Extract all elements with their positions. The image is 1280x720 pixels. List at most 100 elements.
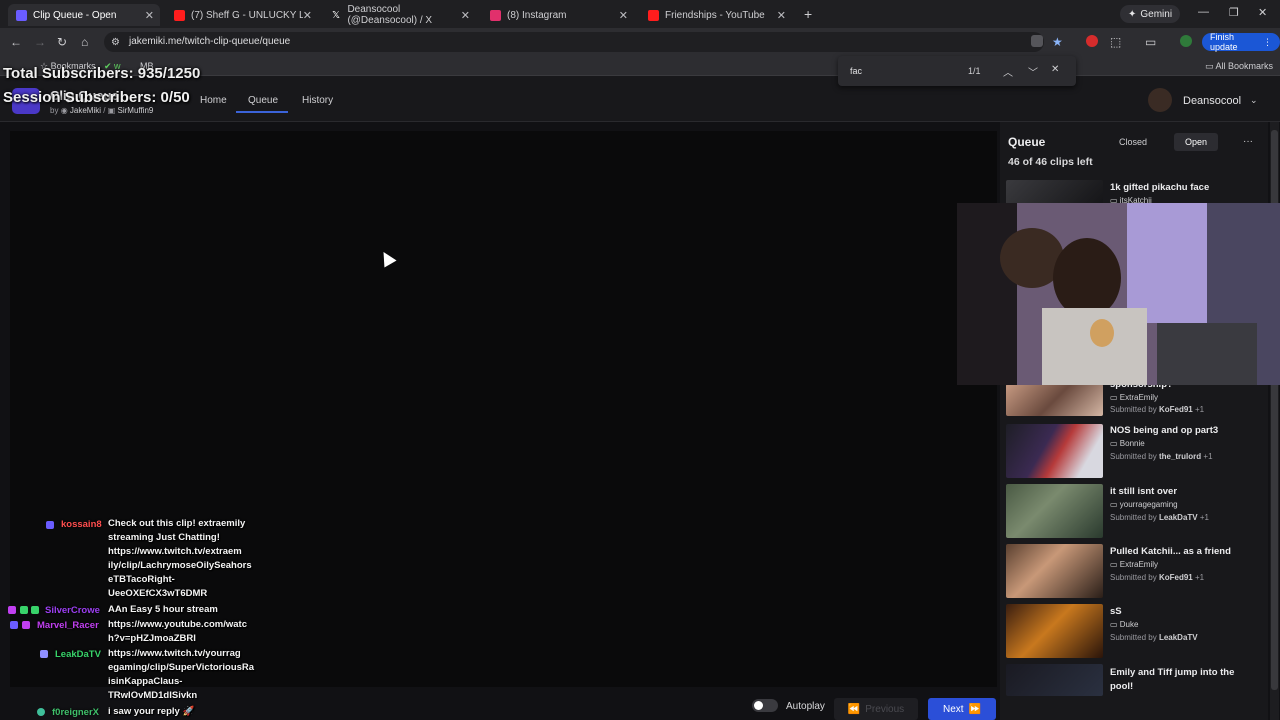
clip-channel: ▭ ExtraEmily [1110, 393, 1159, 402]
gemini-button[interactable]: ✦ Gemini [1120, 5, 1181, 23]
queue-more-icon[interactable]: ··· [1243, 136, 1253, 147]
queue-closed-button[interactable]: Closed [1110, 134, 1156, 150]
clip-submitter: Submitted by KoFed91 +1 [1110, 405, 1204, 414]
close-tab-icon[interactable]: ✕ [303, 9, 312, 22]
tab-search-icon[interactable] [1031, 35, 1043, 47]
tab-x-deansocool[interactable]: 𝕏 Deansocool (@Deansocool) / X ✕ [324, 4, 476, 26]
minimize-icon[interactable]: — [1198, 6, 1209, 18]
nav-history[interactable]: History [302, 95, 333, 106]
clip-submitter: Submitted by LeakDaTV [1110, 633, 1198, 642]
clip-title[interactable]: NOS being and op part3 [1110, 424, 1260, 438]
author-link[interactable]: SirMuffin9 [118, 106, 154, 115]
clip-thumbnail[interactable] [1006, 384, 1103, 416]
autoplay-label: Autoplay [786, 701, 825, 712]
clip-thumbnail[interactable] [1006, 544, 1103, 598]
find-next-icon[interactable]: ﹀ [1028, 64, 1038, 79]
reload-icon[interactable]: ↻ [57, 35, 67, 49]
clip-title[interactable]: it still isnt over [1110, 485, 1260, 499]
sidepanel-icon[interactable]: ▭ [1145, 35, 1156, 49]
previous-button[interactable]: ⏪ Previous [834, 698, 918, 720]
profile-icon[interactable] [1180, 35, 1192, 47]
submitted-by-label: Submitted by [1110, 633, 1157, 642]
submitter-extra: +1 [1194, 405, 1205, 414]
new-tab-button[interactable]: + [804, 6, 812, 22]
chat-badge-icon [31, 606, 39, 614]
tab-clip-queue[interactable]: Clip Queue - Open ✕ [8, 4, 160, 26]
tab-title: (8) Instagram [507, 9, 567, 21]
chat-username: f0reignerX [52, 707, 99, 718]
app-byline: by ◉ JakeMiki / ▣ SirMuffin9 [50, 106, 153, 115]
close-tab-icon[interactable]: ✕ [777, 9, 786, 22]
clip-title[interactable]: Emily and Tiff jump into the pool! [1110, 666, 1260, 694]
submitter-name: LeakDaTV [1158, 513, 1198, 522]
close-window-icon[interactable]: ✕ [1258, 6, 1267, 19]
queue-open-button[interactable]: Open [1174, 133, 1218, 151]
next-label: Next [942, 703, 964, 715]
nav-home[interactable]: Home [200, 95, 227, 106]
kebab-menu-icon: ⋮ [1263, 36, 1272, 47]
submitter-name: KoFed91 [1158, 405, 1193, 414]
youtube-favicon-icon [174, 9, 185, 21]
clip-channel: ▭ yourragegaming [1110, 500, 1178, 509]
chevron-down-icon[interactable]: ⌄ [1250, 95, 1258, 106]
clip-title[interactable]: sS [1110, 605, 1260, 619]
find-input[interactable]: fac [850, 66, 862, 76]
maximize-icon[interactable]: ❐ [1229, 6, 1239, 19]
instagram-favicon-icon [490, 9, 501, 21]
clip-channel: ▭ ExtraEmily [1110, 560, 1159, 569]
clip-thumbnail[interactable] [1006, 424, 1103, 478]
url-text[interactable]: jakemiki.me/twitch-clip-queue/queue [129, 36, 290, 47]
back-icon[interactable]: ← [10, 35, 22, 49]
nav-queue[interactable]: Queue [248, 95, 278, 106]
site-info-icon[interactable]: ⚙ [111, 37, 120, 48]
author-link[interactable]: JakeMiki [70, 106, 101, 115]
total-subscribers-overlay: Total Subscribers: 935/1250 [3, 65, 201, 82]
find-bar [838, 56, 1076, 86]
user-name[interactable]: Deansocool [1183, 95, 1241, 107]
gemini-icon: ✦ [1128, 8, 1137, 20]
find-close-icon[interactable]: ✕ [1051, 64, 1059, 75]
chat-message-line: TRwIOvMD1dISivkn [108, 690, 198, 701]
avatar[interactable] [1148, 88, 1172, 112]
clip-thumbnail[interactable] [1006, 604, 1103, 658]
extension-red-icon[interactable] [1086, 35, 1098, 47]
chat-message-line: ily/clip/LachrymoseOilySeahors [108, 560, 252, 571]
clip-thumbnail[interactable] [1006, 484, 1103, 538]
bookmark-star-icon[interactable]: ★ [1052, 35, 1063, 49]
chat-badge-icon [46, 521, 54, 529]
chat-message-line: https://www.twitch.tv/extraem [108, 546, 242, 557]
queue-count: 46 of 46 clips left [1008, 156, 1093, 168]
close-tab-icon[interactable]: ✕ [145, 9, 154, 22]
chat-username: Marvel_Racer [37, 620, 99, 631]
app-header [0, 76, 1280, 122]
all-bookmarks-label: All Bookmarks [1215, 61, 1274, 71]
tab-title: Deansocool (@Deansocool) / X [347, 4, 433, 26]
find-previous-icon[interactable]: ︿ [1003, 64, 1013, 79]
extensions-icon[interactable]: ⬚ [1110, 35, 1121, 49]
close-tab-icon[interactable]: ✕ [619, 9, 628, 22]
clip-title[interactable]: 1k gifted pikachu face [1110, 181, 1260, 195]
tab-instagram[interactable]: (8) Instagram ✕ [482, 4, 634, 26]
author-separator: / [103, 106, 106, 115]
next-button[interactable]: Next ⏩ [928, 698, 996, 720]
forward-icon[interactable]: → [34, 35, 46, 49]
find-count: 1/1 [968, 66, 981, 76]
close-tab-icon[interactable]: ✕ [461, 9, 470, 22]
home-icon[interactable]: ⌂ [81, 35, 88, 49]
clip-channel: ▭ Bonnie [1110, 439, 1145, 448]
chat-username: LeakDaTV [55, 649, 101, 660]
tab-youtube-friendships[interactable]: Friendships - YouTube ✕ [640, 4, 792, 26]
clip-channel-name: yourragegaming [1119, 500, 1178, 509]
twitch-icon: ▣ [107, 106, 118, 115]
tab-youtube-sheff[interactable]: (7) Sheff G - UNLUCKY LUCKY ✕ [166, 4, 318, 26]
clip-title[interactable]: Pulled Katchii... as a friend [1110, 545, 1260, 559]
finish-update-button[interactable]: Finish update ⋮ [1202, 32, 1280, 52]
all-bookmarks[interactable]: ▭ All Bookmarks [1205, 61, 1273, 72]
chat-badge-icon [37, 708, 45, 716]
chat-badge-icon [40, 650, 48, 658]
clip-submitter: Submitted by the_trulord +1 [1110, 452, 1213, 461]
previous-label: Previous [865, 703, 905, 715]
clip-thumbnail[interactable] [1006, 664, 1103, 696]
clip-submitter: Submitted by LeakDaTV +1 [1110, 513, 1209, 522]
clip-channel-name: Duke [1119, 620, 1139, 629]
